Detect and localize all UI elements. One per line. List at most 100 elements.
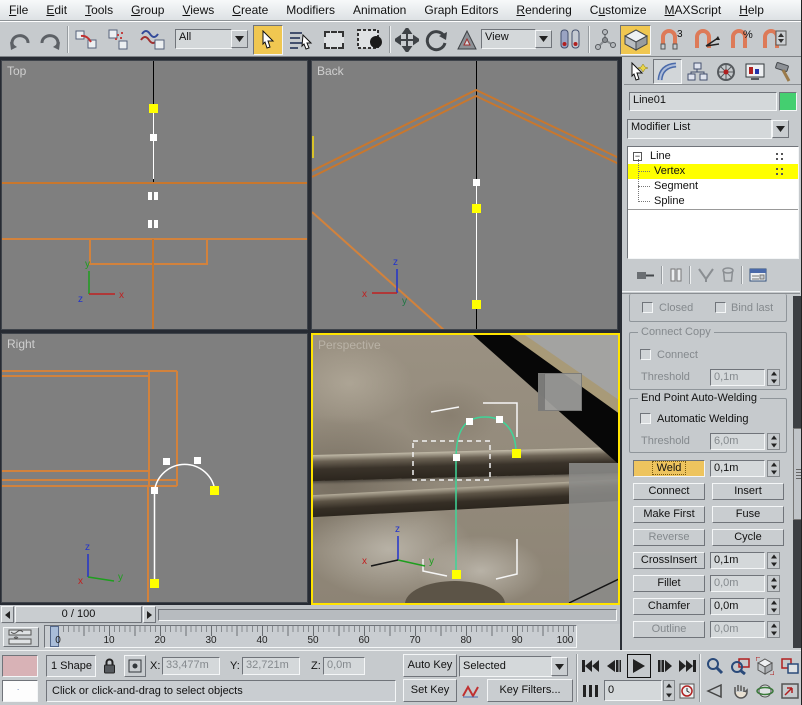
panel-scrollbar-track[interactable] bbox=[793, 296, 802, 648]
undo-icon[interactable] bbox=[6, 26, 33, 53]
maxscript-mini-listener-white[interactable]: . bbox=[2, 680, 38, 702]
selection-lock-icon[interactable] bbox=[100, 656, 118, 676]
menu-modifiers[interactable]: Modifiers bbox=[277, 0, 344, 20]
configure-modifier-sets-icon[interactable] bbox=[749, 267, 767, 283]
viewport-back-label[interactable]: Back bbox=[317, 64, 344, 78]
reverse-button[interactable]: Reverse bbox=[633, 529, 705, 546]
select-and-link-icon[interactable] bbox=[73, 26, 101, 53]
select-and-scale-icon[interactable] bbox=[453, 26, 480, 53]
time-slider-next-arrow[interactable] bbox=[143, 606, 156, 623]
menu-animation[interactable]: Animation bbox=[344, 0, 415, 20]
menu-customize[interactable]: Customize bbox=[581, 0, 656, 20]
play-animation-button[interactable] bbox=[627, 654, 651, 678]
zoom-extents-icon[interactable] bbox=[753, 655, 777, 677]
select-object-button[interactable] bbox=[253, 25, 283, 55]
tab-modify-icon[interactable] bbox=[653, 59, 682, 84]
weld-threshold-field[interactable]: 6,0m bbox=[710, 433, 765, 450]
menu-maxscript[interactable]: MAXScript bbox=[656, 0, 731, 20]
stack-item-spline[interactable]: Spline bbox=[628, 194, 798, 209]
selection-filter-dropdown-arrow-icon[interactable] bbox=[231, 30, 248, 48]
connect-button[interactable]: Connect bbox=[633, 483, 705, 500]
absolute-offset-mode-toggle[interactable] bbox=[124, 655, 146, 677]
go-to-end-button[interactable] bbox=[677, 655, 698, 677]
use-pivot-point-center-icon[interactable] bbox=[556, 26, 584, 54]
coordinate-system-dropdown-arrow-icon[interactable] bbox=[535, 30, 552, 48]
stack-item-segment[interactable]: Segment bbox=[628, 179, 798, 194]
redo-icon[interactable] bbox=[36, 26, 63, 53]
percent-snap-toggle-icon[interactable]: % bbox=[726, 26, 756, 53]
cycle-button[interactable]: Cycle bbox=[712, 529, 784, 546]
tab-motion-icon[interactable] bbox=[711, 59, 740, 84]
spinner-snap-toggle-icon[interactable] bbox=[759, 26, 789, 53]
zoom-icon[interactable] bbox=[703, 655, 727, 677]
viewport-top[interactable]: Top y x z bbox=[1, 60, 308, 330]
auto-key-button[interactable]: Auto Key bbox=[403, 654, 457, 677]
connect-threshold-spinner[interactable] bbox=[767, 369, 780, 386]
outline-button[interactable]: Outline bbox=[633, 621, 705, 638]
menu-graph-editors[interactable]: Graph Editors bbox=[415, 0, 507, 20]
tab-utilities-icon[interactable] bbox=[769, 59, 798, 84]
unlink-selection-icon[interactable] bbox=[105, 26, 133, 53]
z-coordinate-field[interactable]: 0,0m bbox=[323, 657, 365, 675]
stack-item-line[interactable]: − Line bbox=[628, 149, 798, 164]
fillet-value-field[interactable]: 0,0m bbox=[710, 575, 765, 592]
snaps-toggle-button[interactable] bbox=[620, 25, 651, 55]
selection-filter-dropdown[interactable]: All bbox=[175, 29, 232, 49]
select-by-name-icon[interactable] bbox=[287, 26, 315, 53]
snap-toggle-3d-icon[interactable]: 3 bbox=[655, 26, 685, 53]
automatic-welding-checkbox[interactable] bbox=[640, 413, 651, 424]
current-frame-field[interactable]: 0 bbox=[604, 680, 662, 701]
pin-stack-icon[interactable] bbox=[635, 268, 655, 282]
zoom-extents-all-icon[interactable] bbox=[778, 655, 802, 677]
min-max-viewport-toggle-icon[interactable] bbox=[778, 680, 802, 702]
crossinsert-button[interactable]: CrossInsert bbox=[633, 552, 705, 569]
arc-rotate-icon[interactable] bbox=[753, 680, 777, 702]
rectangular-selection-region-icon[interactable] bbox=[319, 26, 349, 54]
angle-snap-toggle-icon[interactable] bbox=[690, 26, 722, 53]
fillet-value-spinner[interactable] bbox=[767, 575, 780, 592]
closed-checkbox[interactable] bbox=[642, 302, 653, 313]
menu-rendering[interactable]: Rendering bbox=[507, 0, 580, 20]
menu-group[interactable]: Group bbox=[122, 0, 173, 20]
zoom-all-icon[interactable] bbox=[728, 655, 752, 677]
make-unique-icon[interactable] bbox=[697, 267, 715, 283]
track-bar-ruler[interactable]: 0 10 20 30 40 50 60 70 80 90 100 bbox=[44, 625, 577, 648]
key-mode-dropdown-arrow-icon[interactable] bbox=[551, 657, 568, 676]
time-configuration-button[interactable] bbox=[678, 680, 696, 702]
crossinsert-value-field[interactable]: 0,1m bbox=[710, 552, 765, 569]
weld-value-spinner[interactable] bbox=[767, 460, 780, 477]
key-mode-dropdown[interactable]: Selected bbox=[459, 656, 552, 677]
set-key-button[interactable]: Set Key bbox=[403, 679, 457, 702]
select-and-move-icon[interactable] bbox=[393, 26, 421, 53]
time-slider[interactable]: 0 / 100 bbox=[15, 606, 142, 623]
viewport-top-label[interactable]: Top bbox=[7, 64, 26, 78]
bind-last-checkbox[interactable] bbox=[715, 302, 726, 313]
viewport-right-label[interactable]: Right bbox=[7, 337, 35, 351]
remove-modifier-icon[interactable] bbox=[721, 267, 735, 283]
viewport-perspective[interactable]: Perspective bbox=[311, 333, 620, 605]
y-coordinate-field[interactable]: 32,721m bbox=[242, 657, 300, 675]
previous-frame-button[interactable] bbox=[604, 655, 623, 677]
chamfer-value-spinner[interactable] bbox=[767, 598, 780, 615]
bind-to-space-warp-icon[interactable] bbox=[137, 26, 169, 53]
chamfer-value-field[interactable]: 0,0m bbox=[710, 598, 765, 615]
fillet-button[interactable]: Fillet bbox=[633, 575, 705, 592]
time-slider-prev-arrow[interactable] bbox=[1, 606, 14, 623]
go-to-start-button[interactable] bbox=[580, 655, 601, 677]
modifier-list-dropdown[interactable]: Modifier List bbox=[627, 119, 772, 139]
open-mini-curve-editor-button[interactable] bbox=[3, 627, 39, 647]
reference-coordinate-system-dropdown[interactable]: View bbox=[481, 29, 536, 49]
menu-views[interactable]: Views bbox=[173, 0, 223, 20]
select-and-rotate-icon[interactable] bbox=[423, 26, 451, 53]
key-mode-toggle-button[interactable] bbox=[580, 680, 601, 702]
zoom-region-fov-icon[interactable] bbox=[703, 680, 727, 702]
select-and-manipulate-icon[interactable] bbox=[592, 26, 618, 53]
viewport-perspective-label[interactable]: Perspective bbox=[318, 338, 381, 352]
panel-scrollbar-thumb[interactable] bbox=[793, 428, 802, 520]
insert-button[interactable]: Insert bbox=[712, 483, 784, 500]
key-filter-curve-icon[interactable] bbox=[459, 680, 483, 702]
crossinsert-value-spinner[interactable] bbox=[767, 552, 780, 569]
next-frame-button[interactable] bbox=[655, 655, 674, 677]
menu-help[interactable]: Help bbox=[730, 0, 773, 20]
maxscript-mini-listener-pink[interactable] bbox=[2, 655, 38, 677]
